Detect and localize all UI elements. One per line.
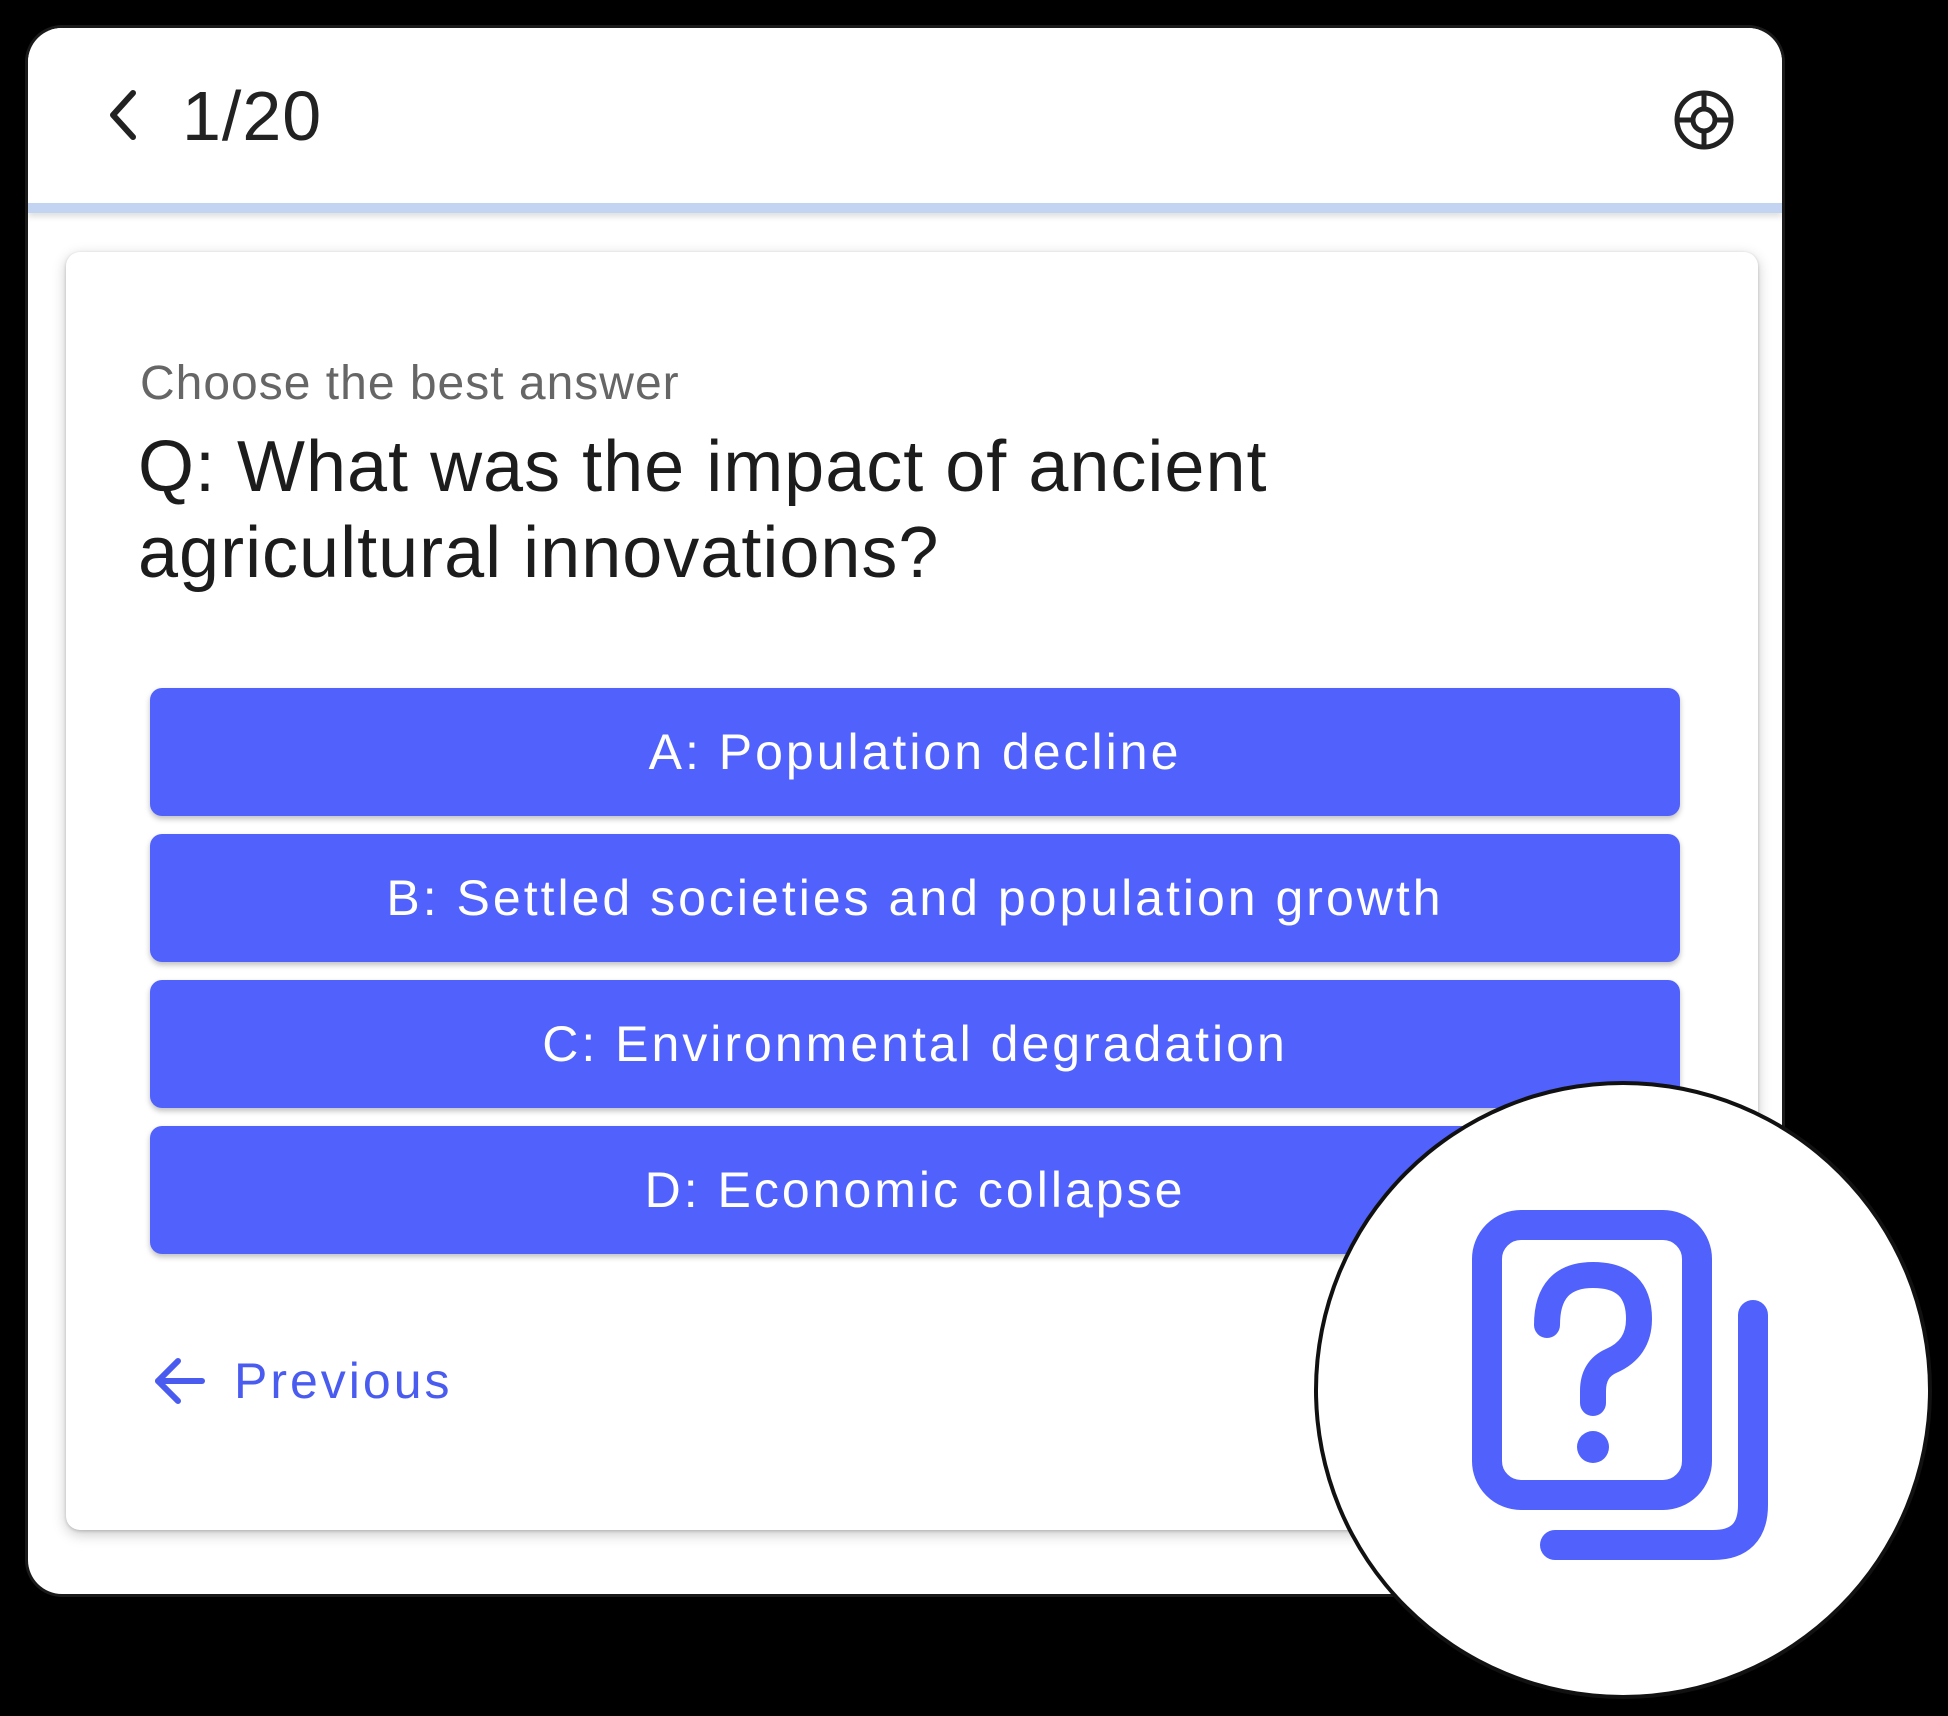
answer-option-b[interactable]: B: Settled societies and population grow… xyxy=(150,834,1680,962)
question-counter: 1/20 xyxy=(182,77,323,155)
language-button[interactable] xyxy=(1666,82,1742,158)
question-cards-icon xyxy=(1472,1210,1768,1560)
top-bar: 1/20 xyxy=(28,28,1782,203)
chevron-left-icon xyxy=(110,90,136,140)
question-text: Q: What was the impact of ancient agricu… xyxy=(138,427,1268,593)
previous-label: Previous xyxy=(234,1353,453,1409)
quiz-badge xyxy=(1318,1085,1928,1695)
progress-track xyxy=(28,203,1782,213)
answer-option-c[interactable]: C: Environmental degradation xyxy=(150,980,1680,1108)
stage: 1/20 Choose the best answer Q: What was … xyxy=(0,0,1948,1716)
instruction-text: Choose the best answer xyxy=(140,357,680,410)
back-button[interactable] xyxy=(88,80,158,150)
previous-button[interactable]: Previous xyxy=(152,1352,453,1410)
globe-icon xyxy=(1674,90,1734,150)
arrow-left-icon xyxy=(155,1358,205,1404)
answer-option-a[interactable]: A: Population decline xyxy=(150,688,1680,816)
